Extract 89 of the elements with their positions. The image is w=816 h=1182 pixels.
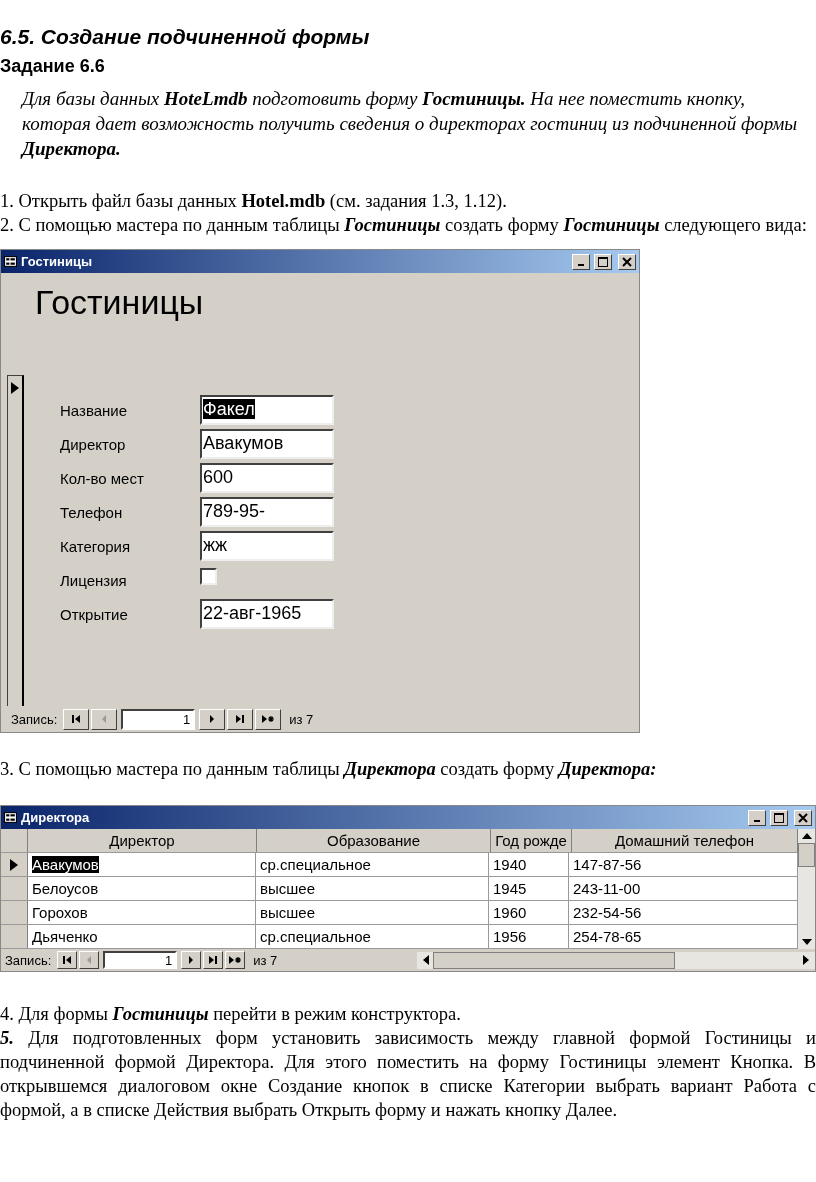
window-title: Гостиницы bbox=[21, 254, 93, 269]
record-count: из 7 bbox=[289, 711, 314, 727]
previous-record-button[interactable] bbox=[79, 951, 100, 969]
task-heading: Задание 6.6 bbox=[0, 55, 106, 78]
minimize-icon bbox=[578, 263, 584, 266]
record-label: Запись: bbox=[11, 711, 58, 727]
field-label: Категория bbox=[60, 537, 132, 555]
first-record-button[interactable] bbox=[57, 951, 78, 969]
maximize-button[interactable] bbox=[770, 809, 788, 826]
column-header[interactable]: Директор bbox=[28, 829, 257, 852]
table-cell: 1945 bbox=[489, 877, 569, 900]
table-cell: 1956 bbox=[489, 925, 569, 948]
record-count: из 7 bbox=[253, 952, 278, 968]
previous-record-button[interactable] bbox=[91, 708, 118, 730]
table-cell: Авакумов bbox=[28, 853, 256, 876]
task-description: Для базы данных HoteLmdb подготовить форму Гостиницы. На нее поместить кнопку, которая дает возможность получить сведения о директорах гостиниц из подчиненной формы Директора. bbox=[22, 87, 799, 161]
minimize-button[interactable] bbox=[748, 809, 766, 826]
field-label: Название bbox=[60, 401, 129, 419]
close-button[interactable] bbox=[794, 809, 812, 826]
field-label: Телефон bbox=[60, 503, 124, 521]
form-icon bbox=[4, 255, 17, 268]
text-field[interactable]: 789-95- bbox=[200, 497, 334, 527]
form-title: Гостиницы bbox=[34, 282, 205, 323]
maximize-button[interactable] bbox=[594, 253, 612, 270]
table-cell: высшее bbox=[256, 901, 489, 924]
record-number-field[interactable]: 1 bbox=[121, 708, 196, 730]
record-number-field[interactable]: 1 bbox=[103, 951, 178, 969]
new-record-icon bbox=[229, 955, 242, 965]
vertical-scrollbar[interactable] bbox=[798, 829, 815, 949]
section-heading: 6.5. Создание подчиненной формы bbox=[0, 24, 371, 50]
checkbox[interactable] bbox=[200, 567, 217, 585]
table-cell: ср.специальное bbox=[256, 925, 489, 948]
minimize-button[interactable] bbox=[572, 253, 590, 270]
maximize-icon bbox=[774, 812, 784, 823]
first-record-button[interactable] bbox=[63, 708, 90, 730]
column-header[interactable]: Домашний телефон bbox=[572, 829, 798, 852]
instruction-paragraph: 4. Для формы Гостиницы перейти в режим конструктора. bbox=[0, 1003, 462, 1026]
next-record-button[interactable] bbox=[199, 708, 226, 730]
scroll-right-icon bbox=[803, 955, 809, 965]
last-record-icon bbox=[208, 955, 219, 965]
horizontal-scrollbar[interactable] bbox=[417, 951, 815, 969]
record-pointer-icon bbox=[10, 858, 18, 871]
text-field[interactable]: Факел bbox=[200, 395, 334, 425]
first-record-icon bbox=[62, 955, 73, 965]
record-pointer-icon bbox=[11, 382, 19, 394]
last-record-button[interactable] bbox=[203, 951, 224, 969]
row-selector[interactable] bbox=[1, 853, 28, 876]
close-icon bbox=[798, 812, 808, 823]
scroll-left-icon bbox=[423, 955, 430, 965]
maximize-icon bbox=[598, 256, 608, 267]
instruction-paragraph: 5. Для подготовленных форм установить зависимость между главной формой Гостиницы и подчиненной формой Директора. Для этого поместить на форму Гостиницы элемент Кнопка. В открывшемся диалоговом окне Создание кнопок в списке Категории выбрать вариант Работа с формой, а в списке Действия выбрать Открыть форму и нажать кнопку Далее. bbox=[0, 1027, 816, 1122]
close-icon bbox=[622, 256, 632, 267]
table-cell: 1960 bbox=[489, 901, 569, 924]
text-field[interactable]: 600 bbox=[200, 463, 334, 493]
minimize-icon bbox=[754, 819, 760, 822]
new-record-button[interactable] bbox=[225, 951, 246, 969]
new-record-icon bbox=[262, 714, 275, 724]
scroll-up-icon bbox=[801, 833, 812, 839]
record-selector[interactable] bbox=[7, 375, 24, 706]
field-label: Открытие bbox=[60, 605, 129, 623]
close-button[interactable] bbox=[618, 253, 636, 270]
next-record-button[interactable] bbox=[181, 951, 202, 969]
field-label: Лицензия bbox=[60, 571, 128, 589]
field-label: Кол-во мест bbox=[60, 469, 145, 487]
record-label: Запись: bbox=[5, 952, 52, 968]
scrollbar-thumb[interactable] bbox=[433, 951, 676, 969]
text-field[interactable]: Авакумов bbox=[200, 429, 334, 459]
table-cell: высшее bbox=[256, 877, 489, 900]
field-label: Директор bbox=[60, 435, 127, 453]
column-header[interactable]: Год рожде bbox=[491, 829, 572, 852]
table-cell: Горохов bbox=[28, 901, 256, 924]
text-field[interactable]: 22-авг-1965 bbox=[200, 599, 334, 629]
new-record-button[interactable] bbox=[255, 708, 282, 730]
window-title: Директора bbox=[21, 810, 90, 825]
table-cell: Белоусов bbox=[28, 877, 256, 900]
scroll-down-icon bbox=[801, 939, 812, 945]
text-field[interactable]: жж bbox=[200, 531, 334, 561]
instruction-paragraph: 2. С помощью мастера по данным таблицы Гостиницы создать форму Гостиницы следующего вида: bbox=[0, 214, 808, 237]
table-cell: ср.специальное bbox=[256, 853, 489, 876]
instruction-paragraph: 3. С помощью мастера по данным таблицы Директора создать форму Директора: bbox=[0, 758, 658, 781]
first-record-icon bbox=[71, 714, 82, 724]
table-cell: Дьяченко bbox=[28, 925, 256, 948]
table-cell: 1940 bbox=[489, 853, 569, 876]
column-header[interactable]: Образование bbox=[257, 829, 491, 852]
form-icon bbox=[4, 811, 17, 824]
instruction-paragraph: 1. Открыть файл базы данных Hotel.mdb (см. задания 1.3, 1.12). bbox=[0, 190, 508, 213]
last-record-button[interactable] bbox=[227, 708, 254, 730]
scrollbar-thumb[interactable] bbox=[798, 843, 815, 867]
last-record-icon bbox=[235, 714, 246, 724]
